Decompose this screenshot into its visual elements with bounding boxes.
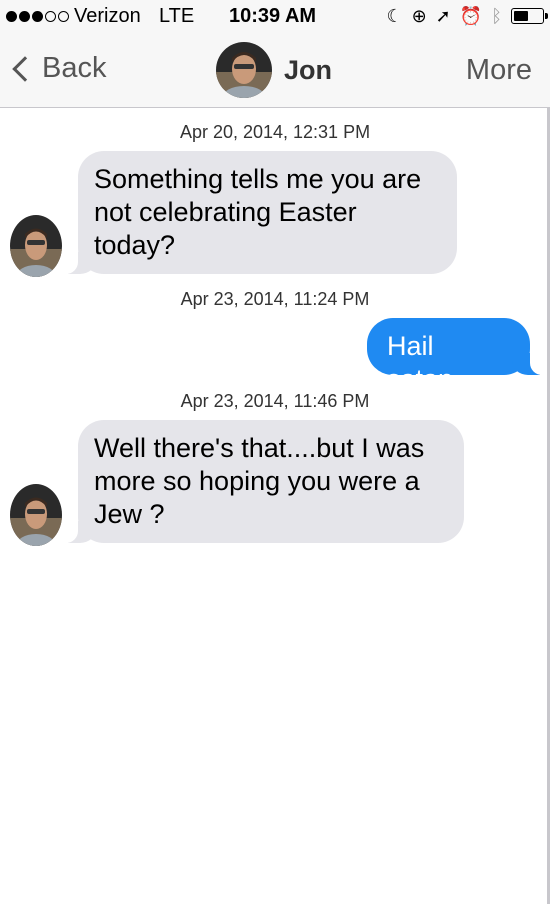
more-button[interactable]: More <box>466 54 532 87</box>
signal-dot <box>6 11 17 22</box>
back-label: Back <box>42 52 107 84</box>
signal-dot <box>32 11 43 22</box>
incoming-message-bubble[interactable]: Well there's that....but I was more so h… <box>58 420 464 543</box>
signal-dot <box>58 11 69 22</box>
status-time: 10:39 AM <box>229 5 317 27</box>
battery-level <box>514 11 528 21</box>
sender-avatar[interactable] <box>10 484 62 546</box>
alarm-icon: ⏰ <box>459 6 483 26</box>
navigation-bar: Back Jon More <box>0 34 550 108</box>
message-timestamp: Apr 20, 2014, 12:31 PM <box>179 122 371 142</box>
battery-icon <box>511 8 548 24</box>
moon-icon: ☾ <box>386 6 403 26</box>
contact-header[interactable]: Jon <box>216 42 332 98</box>
message-timestamp: Apr 23, 2014, 11:24 PM <box>180 289 370 309</box>
carrier-name: Verizon <box>74 5 141 27</box>
bluetooth-icon: ᛒ <box>491 6 502 26</box>
chevron-left-icon <box>12 55 38 82</box>
status-icons: ☾ ⊕ ➚ ⏰ ᛒ <box>386 5 548 27</box>
message-text: Something tells me you are not celebrati… <box>94 164 422 260</box>
outgoing-message-bubble[interactable]: Hail satan. <box>367 318 550 394</box>
network-type: LTE <box>159 5 195 27</box>
status-bar: Verizon LTE 10:39 AM ☾ ⊕ ➚ ⏰ ᛒ <box>0 0 550 34</box>
sender-avatar[interactable] <box>10 215 62 277</box>
signal-strength-icon <box>6 11 69 22</box>
signal-dot <box>45 11 56 22</box>
location-arrow-icon: ➚ <box>435 6 451 26</box>
contact-name: Jon <box>284 54 333 85</box>
contact-avatar[interactable] <box>216 42 272 98</box>
back-button[interactable]: Back <box>10 52 106 85</box>
message-text: Well there's that....but I was more so h… <box>94 433 425 529</box>
signal-dot <box>19 11 30 22</box>
rotation-lock-icon: ⊕ <box>411 6 427 26</box>
message-text: Hail satan. <box>387 331 461 394</box>
incoming-message-bubble[interactable]: Something tells me you are not celebrati… <box>58 151 457 274</box>
